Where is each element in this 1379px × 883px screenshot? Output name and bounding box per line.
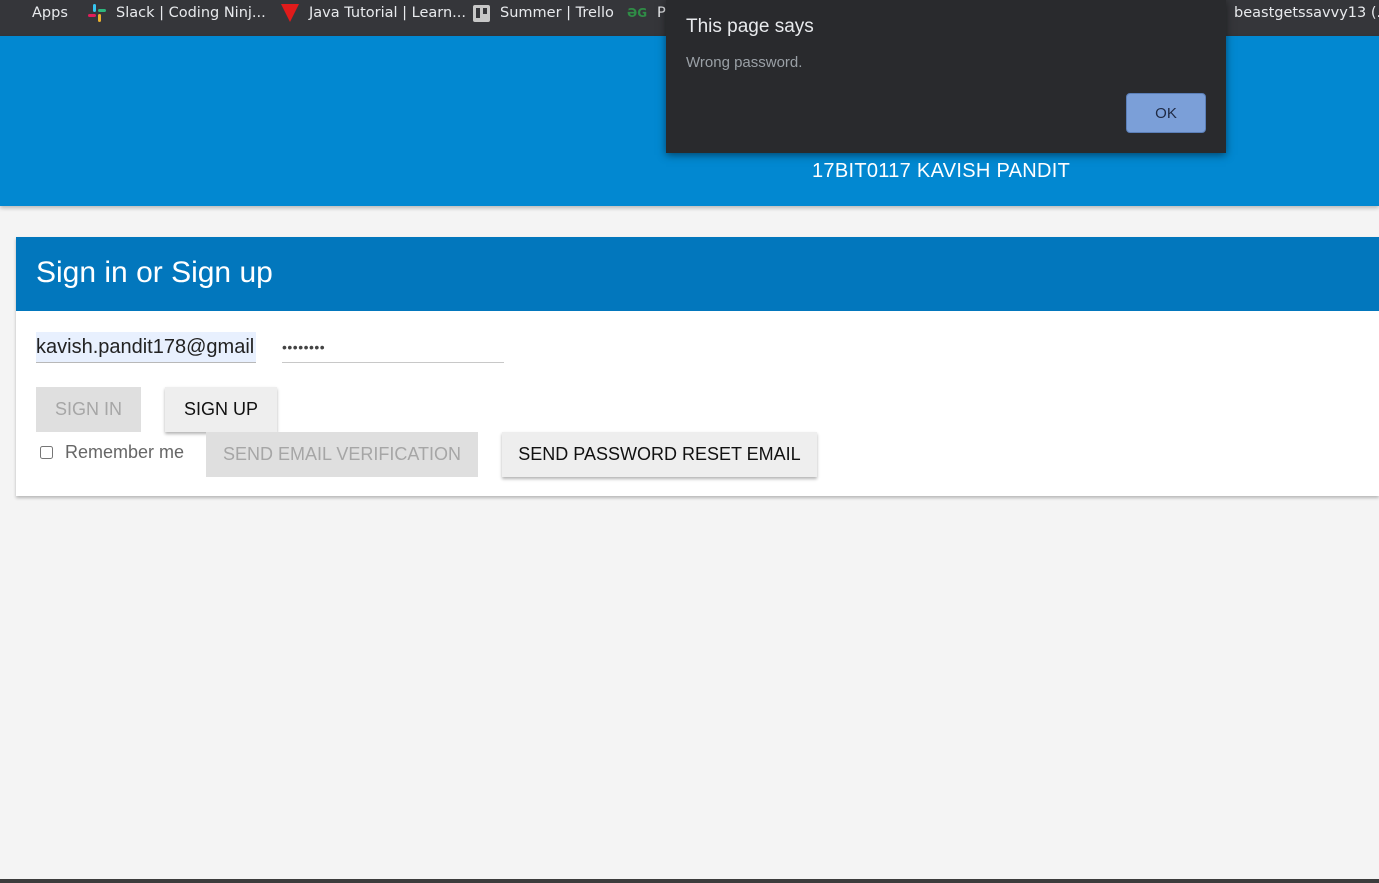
geeksforgeeks-icon: ƏG [627,6,648,20]
remember-me[interactable]: Remember me [40,442,184,463]
slack-icon [88,4,106,22]
bookmark-geeksforgeeks[interactable]: ƏG Pl [627,0,670,26]
email-field[interactable] [36,332,256,363]
dialog-message: Wrong password. [686,54,803,71]
bookmark-beastgetssavvy[interactable]: beastgetssavvy13 (... [1234,0,1379,26]
remember-me-label: Remember me [65,442,185,462]
alert-dialog: This page says Wrong password. OK [666,0,1226,153]
java-tutorial-icon [281,4,299,22]
bookmark-label: beastgetssavvy13 (... [1234,5,1379,21]
password-field[interactable] [282,332,504,363]
bookmark-apps[interactable]: Apps [6,0,68,26]
sign-up-button[interactable]: SIGN UP [165,387,277,432]
send-email-verification-button[interactable]: SEND EMAIL VERIFICATION [206,432,478,477]
dialog-title: This page says [686,16,814,37]
trello-icon [473,4,490,22]
header-user-name: 17BIT0117 KAVISH PANDIT [812,160,1071,182]
bookmark-label: Slack | Coding Ninj... [116,5,266,21]
sign-in-button[interactable]: SIGN IN [36,387,141,432]
bookmark-java-tutorial[interactable]: Java Tutorial | Learn... [281,0,466,26]
card-title-bar: Sign in or Sign up [16,237,1379,311]
bookmark-label: Java Tutorial | Learn... [309,5,467,21]
apps-grid-icon [6,5,22,21]
remember-me-checkbox[interactable] [40,446,53,459]
bookmark-slack[interactable]: Slack | Coding Ninj... [88,0,266,26]
bookmark-label: Summer | Trello [500,5,614,21]
card-title: Sign in or Sign up [36,256,273,289]
send-password-reset-button[interactable]: SEND PASSWORD RESET EMAIL [502,432,817,477]
dialog-ok-button[interactable]: OK [1126,93,1206,133]
bottom-border [0,879,1379,883]
bookmark-trello[interactable]: Summer | Trello [473,0,614,26]
bookmark-label: Apps [32,5,68,21]
sign-in-card: Sign in or Sign up SIGN IN SIGN UP Remem… [16,237,1379,496]
